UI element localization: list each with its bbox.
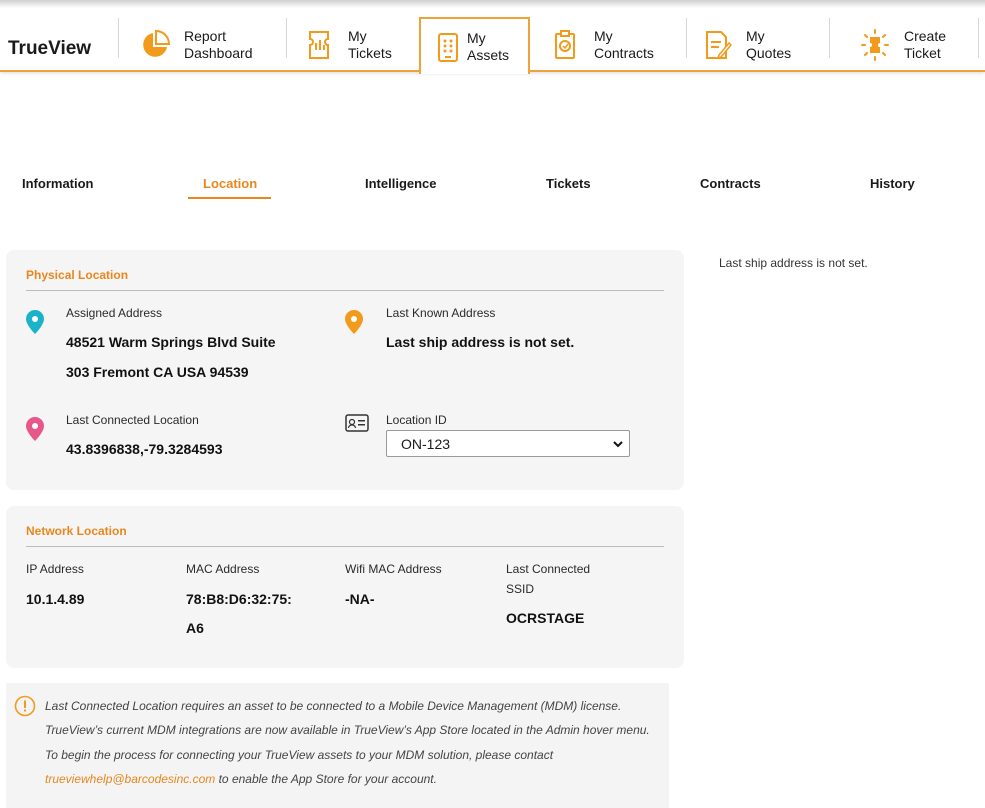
ship-address-note: Last ship address is not set. xyxy=(719,256,868,270)
mdm-info-text-after: to enable the App Store for your account… xyxy=(215,771,437,786)
tab-history[interactable]: History xyxy=(870,176,915,191)
location-id-label: Location ID xyxy=(386,413,447,427)
nav-label-line1: My xyxy=(467,29,486,46)
top-navigation: TrueView Report Dashboard My Tickets My … xyxy=(0,0,985,74)
nav-label-line1: Report xyxy=(184,27,227,44)
pie-chart-icon xyxy=(138,28,172,62)
nav-label-line2: Quotes xyxy=(746,44,792,61)
network-location-title: Network Location xyxy=(26,524,127,538)
nav-label-line1: My xyxy=(348,27,367,44)
mac-address-line2: A6 xyxy=(186,620,204,636)
brand-logo[interactable]: TrueView xyxy=(8,38,91,60)
tab-intelligence[interactable]: Intelligence xyxy=(365,176,437,191)
contract-clipboard-icon xyxy=(548,28,582,62)
location-id-select[interactable]: ON-123 xyxy=(386,430,630,457)
nav-separator xyxy=(286,18,287,58)
nav-my-tickets[interactable]: My Tickets xyxy=(302,17,428,72)
mac-address-label: MAC Address xyxy=(186,562,260,576)
last-connected-location-value: 43.8396838,-79.3284593 xyxy=(66,441,223,457)
ip-address-label: IP Address xyxy=(26,562,84,576)
nav-separator xyxy=(829,18,830,58)
assigned-address-line1: 48521 Warm Springs Blvd Suite xyxy=(66,334,276,350)
nav-my-quotes[interactable]: My Quotes xyxy=(700,17,826,72)
tab-information[interactable]: Information xyxy=(22,176,94,191)
assigned-address-label: Assigned Address xyxy=(66,306,163,320)
assigned-address-line2: 303 Fremont CA USA 94539 xyxy=(66,364,249,380)
last-known-address-value: Last ship address is not set. xyxy=(386,334,575,350)
location-pin-icon xyxy=(345,310,363,334)
nav-report-dashboard[interactable]: Report Dashboard xyxy=(138,17,264,72)
nav-label-line2: Tickets xyxy=(348,44,392,61)
alert-circle-icon xyxy=(14,695,36,717)
last-connected-ssid-label-line1: Last Connected xyxy=(506,562,591,576)
nav-label-line2: Dashboard xyxy=(184,44,253,61)
last-connected-ssid-label-line2: SSID xyxy=(506,582,535,596)
mdm-info-text: Last Connected Location requires an asse… xyxy=(45,694,660,791)
location-id-selected-value: ON-123 xyxy=(401,436,451,452)
nav-separator xyxy=(978,18,979,58)
location-pin-icon xyxy=(26,310,44,334)
nav-create-ticket[interactable]: Create Ticket xyxy=(858,17,984,72)
physical-location-title: Physical Location xyxy=(26,268,129,282)
location-pin-icon xyxy=(26,417,44,441)
last-connected-location-label: Last Connected Location xyxy=(66,413,199,427)
nav-separator xyxy=(686,18,687,58)
last-known-address-label: Last Known Address xyxy=(386,306,496,320)
wifi-mac-address-label: Wifi MAC Address xyxy=(345,562,442,576)
section-divider xyxy=(26,546,664,547)
section-divider xyxy=(26,290,664,291)
chevron-down-icon xyxy=(613,441,623,448)
nav-label-line2: Ticket xyxy=(904,44,941,61)
nav-my-contracts[interactable]: My Contracts xyxy=(548,17,674,72)
nav-my-assets[interactable]: My Assets xyxy=(419,17,530,74)
nav-label-line1: Create xyxy=(904,27,947,44)
support-email-link[interactable]: trueviewhelp@barcodesinc.com xyxy=(45,772,215,786)
nav-label-line2: Contracts xyxy=(594,44,654,61)
ip-address-value: 10.1.4.89 xyxy=(26,591,85,607)
mac-address-line1: 78:B8:D6:32:75: xyxy=(186,591,292,607)
nav-label-line1: My xyxy=(746,27,765,44)
wifi-mac-address-value: -NA- xyxy=(345,591,375,607)
tab-contracts[interactable]: Contracts xyxy=(700,176,761,191)
mdm-info-text-before: Last Connected Location requires an asse… xyxy=(45,699,650,762)
nav-label-line2: Assets xyxy=(467,46,510,63)
last-connected-ssid-value: OCRSTAGE xyxy=(506,610,585,626)
active-tab-indicator xyxy=(188,197,271,199)
ticket-icon xyxy=(302,28,336,62)
nav-separator xyxy=(118,18,119,58)
tab-location[interactable]: Location xyxy=(203,176,257,191)
create-ticket-icon xyxy=(858,28,892,62)
id-card-icon xyxy=(345,414,369,432)
device-icon xyxy=(435,30,461,64)
quote-document-icon xyxy=(700,28,734,62)
nav-label-line1: My xyxy=(594,27,613,44)
tab-tickets[interactable]: Tickets xyxy=(546,176,591,191)
